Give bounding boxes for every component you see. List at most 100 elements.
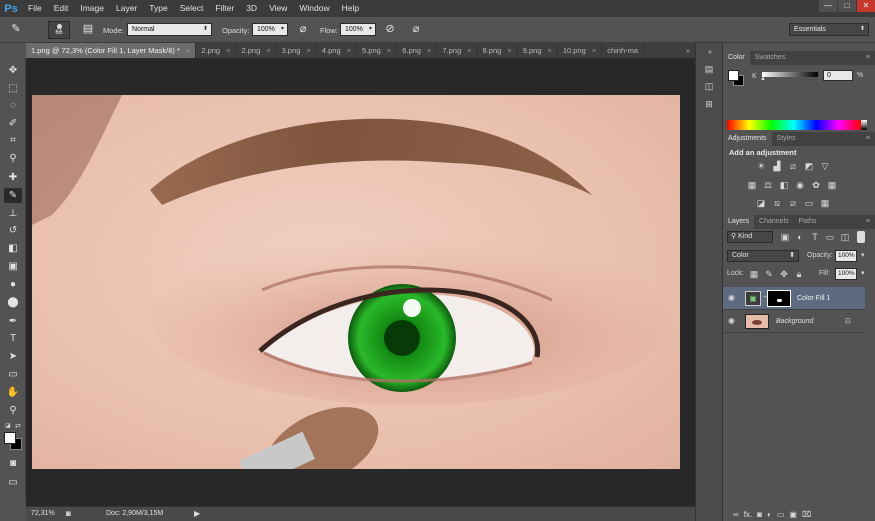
filter-shape-icon[interactable]: ▭ bbox=[824, 231, 836, 243]
menu-select[interactable]: Select bbox=[174, 0, 210, 17]
lock-all-icon[interactable]: 🔒︎ bbox=[793, 268, 805, 280]
brush-panel-toggle-icon[interactable]: ▤ bbox=[80, 22, 96, 37]
panel-menu-icon[interactable]: ≡ bbox=[861, 132, 875, 146]
filter-toggle[interactable] bbox=[857, 231, 865, 243]
close-icon[interactable]: × bbox=[427, 46, 431, 55]
hand-tool-icon[interactable]: ✋ bbox=[4, 385, 22, 400]
minimize-button[interactable]: — bbox=[819, 0, 837, 12]
zoom-level[interactable]: 72,31% bbox=[31, 510, 55, 517]
eyedropper-tool-icon[interactable]: ⚲ bbox=[4, 151, 22, 166]
tab-channels[interactable]: Channels bbox=[754, 215, 794, 229]
close-icon[interactable]: × bbox=[592, 46, 596, 55]
history-panel-icon[interactable]: ▤ bbox=[703, 63, 715, 75]
filter-adjustment-icon[interactable]: ◐ bbox=[794, 231, 806, 243]
tab-styles[interactable]: Styles bbox=[772, 132, 801, 146]
new-group-icon[interactable]: ▭ bbox=[777, 510, 785, 519]
fx-icon[interactable]: fx. bbox=[744, 510, 752, 519]
chevron-down-icon[interactable]: ▾ bbox=[861, 269, 865, 277]
menu-type[interactable]: Type bbox=[143, 0, 173, 17]
pressure-size-icon[interactable]: ⌀ bbox=[408, 22, 424, 37]
path-selection-tool-icon[interactable]: ➤ bbox=[4, 349, 22, 364]
grayscale-ramp[interactable] bbox=[861, 120, 867, 130]
lock-image-icon[interactable]: ✎ bbox=[763, 268, 775, 280]
flow-input[interactable]: 100% ▾ bbox=[340, 23, 376, 36]
posterize-icon[interactable]: ⧅ bbox=[771, 197, 783, 209]
blend-mode-select[interactable]: Color ⬍ bbox=[727, 250, 799, 262]
history-brush-tool-icon[interactable]: ↺ bbox=[4, 223, 22, 238]
tab-6-png[interactable]: 6.png × bbox=[397, 43, 438, 58]
menu-image[interactable]: Image bbox=[74, 0, 110, 17]
blur-tool-icon[interactable]: ● bbox=[4, 277, 22, 292]
tab-5-png[interactable]: 5.png × bbox=[357, 43, 398, 58]
dodge-tool-icon[interactable]: ⬤ bbox=[4, 295, 22, 310]
add-mask-icon[interactable]: ◙ bbox=[757, 510, 762, 519]
actions-panel-icon[interactable]: ⊞ bbox=[703, 98, 715, 110]
selective-color-icon[interactable]: ▦ bbox=[819, 197, 831, 209]
mode-select[interactable]: Normal ⬍ bbox=[127, 23, 212, 36]
filter-smart-object-icon[interactable]: ◫ bbox=[839, 231, 851, 243]
menu-view[interactable]: View bbox=[263, 0, 293, 17]
close-icon[interactable]: × bbox=[347, 46, 351, 55]
tab-chinh-ma[interactable]: chinh-ma bbox=[602, 43, 645, 58]
foreground-color-swatch[interactable] bbox=[4, 432, 16, 444]
layer-row-background[interactable]: ◉ Background ⊡ bbox=[723, 310, 865, 333]
tab-10-png[interactable]: 10.png × bbox=[558, 43, 603, 58]
tab-3-png[interactable]: 3.png × bbox=[277, 43, 317, 58]
new-adjustment-icon[interactable]: ◐ bbox=[767, 510, 772, 519]
tab-2-png[interactable]: 2.png × bbox=[196, 43, 237, 58]
tab-8-png[interactable]: 8.png × bbox=[478, 43, 518, 58]
vibrance-icon[interactable]: ▽ bbox=[819, 160, 831, 172]
color-lookup-icon[interactable]: ▦ bbox=[826, 179, 838, 191]
tab-paths[interactable]: Paths bbox=[794, 215, 822, 229]
tab-overflow-button[interactable]: » bbox=[681, 43, 695, 58]
hue-saturation-icon[interactable]: ▦ bbox=[746, 179, 758, 191]
curves-icon[interactable]: ⧄ bbox=[787, 160, 799, 172]
exposure-icon[interactable]: ◩ bbox=[803, 160, 815, 172]
close-icon[interactable]: × bbox=[306, 46, 310, 55]
tab-4-png[interactable]: 4.png × bbox=[317, 43, 358, 58]
tab-color[interactable]: Color bbox=[723, 51, 750, 65]
quick-mask-icon[interactable]: ◙ bbox=[4, 456, 22, 471]
tab-swatches[interactable]: Swatches bbox=[750, 51, 790, 65]
layer-mask-thumbnail[interactable] bbox=[767, 290, 791, 307]
lasso-tool-icon[interactable]: ◌ bbox=[4, 98, 22, 113]
properties-panel-icon[interactable]: ◫ bbox=[703, 80, 715, 92]
close-button[interactable]: ✕ bbox=[857, 0, 875, 12]
status-menu-icon[interactable]: ◙ bbox=[66, 509, 71, 518]
pressure-opacity-icon[interactable]: ⌀ bbox=[295, 22, 311, 37]
close-icon[interactable]: × bbox=[266, 46, 270, 55]
menu-filter[interactable]: Filter bbox=[209, 0, 240, 17]
menu-window[interactable]: Window bbox=[293, 0, 335, 17]
color-balance-icon[interactable]: ⚖ bbox=[762, 179, 774, 191]
close-icon[interactable]: × bbox=[186, 46, 190, 55]
brush-preset-picker[interactable]: 66 bbox=[48, 21, 70, 39]
new-layer-icon[interactable]: ▣ bbox=[789, 510, 797, 519]
black-white-icon[interactable]: ◧ bbox=[778, 179, 790, 191]
healing-brush-tool-icon[interactable]: ✚ bbox=[4, 170, 22, 185]
panel-menu-icon[interactable]: ≡ bbox=[861, 51, 875, 65]
chevron-down-icon[interactable]: ▾ bbox=[861, 251, 865, 259]
fill-input[interactable]: 100% bbox=[835, 268, 857, 280]
close-icon[interactable]: × bbox=[387, 46, 391, 55]
close-icon[interactable]: × bbox=[507, 46, 511, 55]
status-arrow-icon[interactable]: ▶ bbox=[194, 509, 200, 518]
brightness-contrast-icon[interactable]: ☀ bbox=[755, 160, 767, 172]
collapse-panels-icon[interactable]: « bbox=[704, 47, 716, 59]
type-tool-icon[interactable]: T bbox=[4, 331, 22, 346]
pen-tool-icon[interactable]: ✒ bbox=[4, 314, 22, 329]
eye-visibility-icon[interactable]: ◉ bbox=[728, 316, 735, 325]
airbrush-icon[interactable]: ⊘ bbox=[382, 22, 398, 37]
menu-help[interactable]: Help bbox=[336, 0, 365, 17]
layer-opacity-input[interactable]: 100% bbox=[835, 250, 857, 262]
layer-row-color-fill[interactable]: ◉ ▣ ⊸ Color Fill 1 bbox=[723, 287, 865, 310]
invert-icon[interactable]: ◪ bbox=[755, 197, 767, 209]
link-layers-icon[interactable]: ∞ bbox=[733, 510, 739, 519]
tab-7-png[interactable]: 7.png × bbox=[437, 43, 478, 58]
channel-mixer-icon[interactable]: ✿ bbox=[810, 179, 822, 191]
menu-file[interactable]: File bbox=[22, 0, 48, 17]
menu-3d[interactable]: 3D bbox=[240, 0, 263, 17]
tab-adjustments[interactable]: Adjustments bbox=[723, 132, 772, 146]
default-colors-icon[interactable]: ◪ bbox=[5, 423, 12, 430]
eraser-tool-icon[interactable]: ◧ bbox=[4, 241, 22, 256]
move-tool-icon[interactable]: ✥ bbox=[4, 63, 22, 78]
